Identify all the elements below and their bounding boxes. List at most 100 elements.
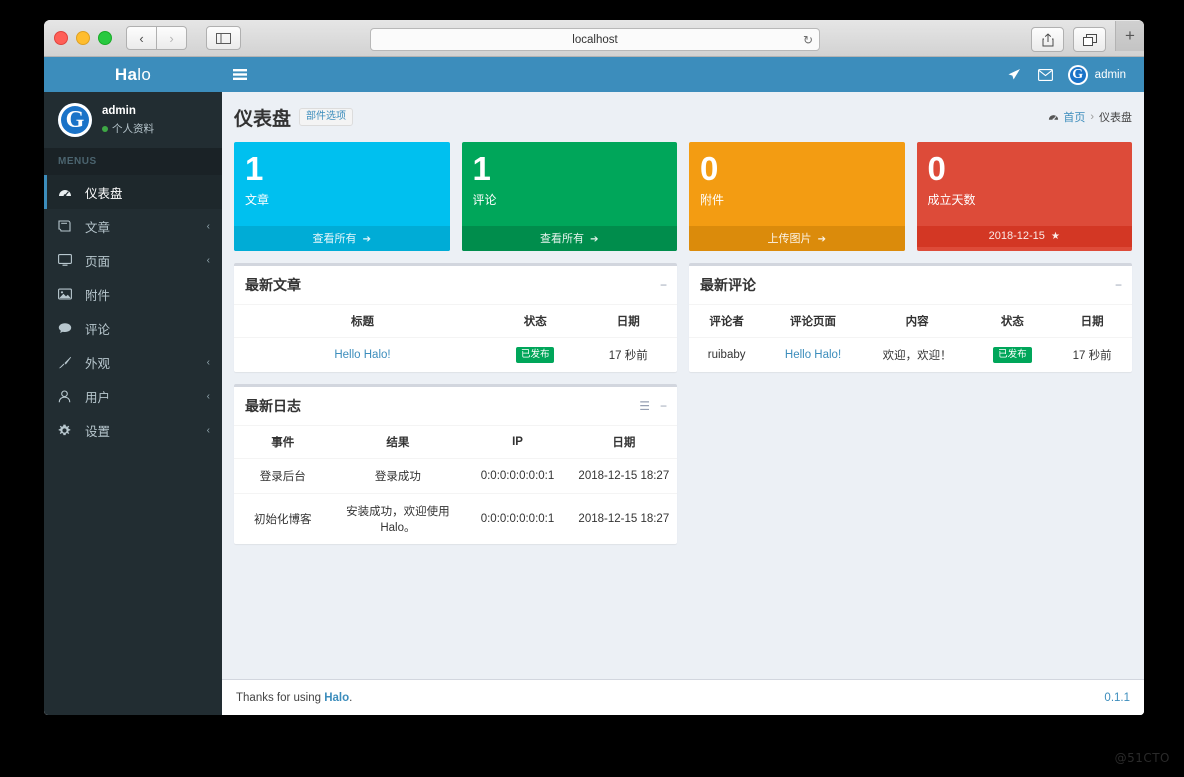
sidebar-item-appearance[interactable]: 外观 ‹	[44, 345, 222, 379]
chevron-left-icon: ‹	[206, 220, 210, 232]
avatar-letter: G	[1072, 66, 1084, 82]
desktop-icon	[58, 254, 77, 266]
sidebar-user-status[interactable]: 个人资料	[102, 122, 154, 136]
sidebar-item-pages[interactable]: 页面 ‹	[44, 243, 222, 277]
comment-content-cell: 欢迎，欢迎！	[882, 350, 952, 362]
stat-number: 0	[927, 150, 946, 187]
collapse-icon[interactable]: −	[1115, 279, 1122, 291]
close-window-button[interactable]	[54, 31, 68, 45]
sidebar-collapse-button[interactable]	[222, 57, 258, 92]
stat-label: 附件	[700, 193, 725, 207]
panel-latest-comments: 最新评论 − 评论者 评论页面 内容 状态 日期 ruibaby Hello H…	[689, 263, 1132, 372]
avatar: G	[1067, 64, 1088, 85]
column-header-page: 评论页面	[764, 305, 862, 338]
stat-box-footer-link[interactable]: 2018-12-15 ★	[916, 226, 1132, 247]
sidebar-item-attachments[interactable]: 附件	[44, 277, 222, 311]
sidebar-item-posts[interactable]: 文章 ‹	[44, 209, 222, 243]
sidebar-item-label: 设置	[85, 424, 111, 439]
tabs-overview-button[interactable]	[1073, 27, 1106, 52]
column-header-date: 日期	[579, 305, 677, 338]
sidebar-item-settings[interactable]: 设置 ‹	[44, 413, 222, 447]
app-logo[interactable]: Ha lo	[44, 57, 222, 92]
mail-icon[interactable]	[1030, 57, 1062, 92]
sidebar-item-comments[interactable]: 评论	[44, 311, 222, 345]
image-icon	[58, 288, 77, 300]
sidebar-user-status-label: 个人资料	[112, 122, 154, 135]
stat-number: 1	[245, 150, 264, 187]
table-row: 登录后台 登录成功 0:0:0:0:0:0:0:1 2018-12-15 18:…	[234, 458, 677, 494]
log-result-cell: 登录成功	[331, 458, 465, 494]
footer-brand-link[interactable]: Halo	[324, 692, 349, 704]
panel-latest-posts: 最新文章 − 标题 状态 日期 Hello Halo! 已发布 17 秒前	[234, 263, 677, 372]
arrow-circle-right-icon: ➔	[362, 234, 371, 245]
panel-title: 最新评论	[700, 277, 756, 293]
sidebar-item-users[interactable]: 用户 ‹	[44, 379, 222, 413]
table-body: Hello Halo! 已发布 17 秒前	[234, 338, 677, 373]
stat-box-footer-link[interactable]: 上传图片 ➔	[689, 226, 905, 251]
post-title-cell: Hello Halo!	[234, 338, 491, 373]
back-button[interactable]: ‹	[126, 26, 157, 50]
column-header-date: 日期	[570, 426, 677, 459]
panel-header: 最新评论 −	[689, 266, 1132, 305]
sidebar-item-dashboard[interactable]: 仪表盘	[44, 175, 222, 209]
maximize-window-button[interactable]	[98, 31, 112, 45]
widget-options-button[interactable]: 部件选项	[299, 108, 354, 126]
log-event-cell: 初始化博客	[253, 514, 312, 526]
navbar-user-menu[interactable]: G admin	[1062, 57, 1134, 92]
table-head: 标题 状态 日期	[234, 305, 677, 338]
app-footer: Thanks for using Halo. 0.1.1	[222, 679, 1144, 715]
latest-comments-table: 评论者 评论页面 内容 状态 日期 ruibaby Hello Halo! 欢迎…	[689, 305, 1132, 372]
stat-box-footer-link[interactable]: 查看所有 ➔	[234, 226, 450, 251]
breadcrumb-home-label: 首页	[1063, 112, 1086, 124]
browser-nav-buttons: ‹ ›	[126, 26, 187, 50]
browser-right-buttons: +	[1031, 21, 1144, 52]
stat-box-posts: 1 文章 查看所有 ➔	[234, 142, 450, 251]
screenshot-root: ‹ › localhost ↻ + Ha lo G admin 个人资料 MEN…	[0, 0, 1184, 777]
url-text: localhost	[572, 33, 618, 46]
sidebar-item-label: 评论	[85, 322, 111, 337]
table-header-row: 标题 状态 日期	[234, 305, 677, 338]
table-body: 登录后台 登录成功 0:0:0:0:0:0:0:1 2018-12-15 18:…	[234, 458, 677, 545]
minimize-window-button[interactable]	[76, 31, 90, 45]
breadcrumb-home[interactable]: 首页	[1048, 109, 1085, 125]
send-icon[interactable]	[998, 57, 1030, 92]
sidebar: Ha lo G admin 个人资料 MENUS 仪表盘 文章 ‹ 页面 ‹ 附…	[44, 57, 222, 715]
main-content: 仪表盘 部件选项 首页 › 仪表盘 1 文章 查看所有 ➔ 1 评论 查看所有 …	[222, 92, 1144, 679]
collapse-icon[interactable]: −	[660, 279, 667, 291]
window-controls	[54, 31, 112, 45]
post-title-link[interactable]: Hello Halo!	[334, 349, 390, 361]
plus-icon: +	[1125, 26, 1135, 45]
stat-box-footer-link[interactable]: 查看所有 ➔	[461, 226, 677, 251]
stat-box-comments: 1 评论 查看所有 ➔	[461, 142, 678, 251]
content-wrapper: G admin 仪表盘 部件选项 首页 › 仪表盘 1 文章 查看所有 ➔ 1 …	[222, 57, 1144, 715]
stat-box-body: 1 评论	[462, 142, 678, 226]
halo-admin-app: Ha lo G admin 个人资料 MENUS 仪表盘 文章 ‹ 页面 ‹ 附…	[44, 57, 1144, 715]
column-header-event: 事件	[234, 426, 332, 459]
new-tab-button[interactable]: +	[1115, 21, 1144, 51]
address-bar[interactable]: localhost ↻	[370, 28, 820, 51]
sidebar-toggle-button[interactable]	[206, 26, 241, 50]
left-column: 最新文章 − 标题 状态 日期 Hello Halo! 已发布 17 秒前 最新…	[234, 263, 677, 556]
reload-icon[interactable]: ↻	[803, 34, 813, 46]
footer-thanks-prefix: Thanks for using	[236, 691, 325, 704]
collapse-icon[interactable]: −	[660, 400, 667, 412]
menus-header: MENUS	[44, 148, 222, 175]
dashboard-icon	[58, 186, 77, 199]
breadcrumb-current: 仪表盘	[1099, 112, 1132, 124]
comment-page-link[interactable]: Hello Halo!	[785, 349, 841, 361]
stat-number: 0	[700, 150, 719, 187]
share-button[interactable]	[1031, 27, 1064, 52]
stat-box-body: 0 成立天数	[917, 142, 1133, 226]
sidebar-username: admin	[102, 105, 136, 118]
forward-button[interactable]: ›	[157, 26, 187, 50]
log-date-cell: 2018-12-15 18:27	[578, 513, 670, 525]
list-icon[interactable]: ☰	[639, 400, 650, 412]
column-header-author: 评论者	[689, 305, 765, 338]
comment-page-cell: Hello Halo!	[764, 338, 861, 373]
stat-label: 评论	[472, 193, 497, 207]
comment-icon	[58, 322, 77, 334]
status-badge: 已发布	[515, 347, 555, 363]
sidebar-user-panel[interactable]: G admin 个人资料	[44, 92, 222, 148]
comment-author-cell: ruibaby	[707, 349, 746, 361]
stat-boxes: 1 文章 查看所有 ➔ 1 评论 查看所有 ➔ 0 附件 上传图片 ➔ 0 成立…	[234, 142, 1132, 251]
